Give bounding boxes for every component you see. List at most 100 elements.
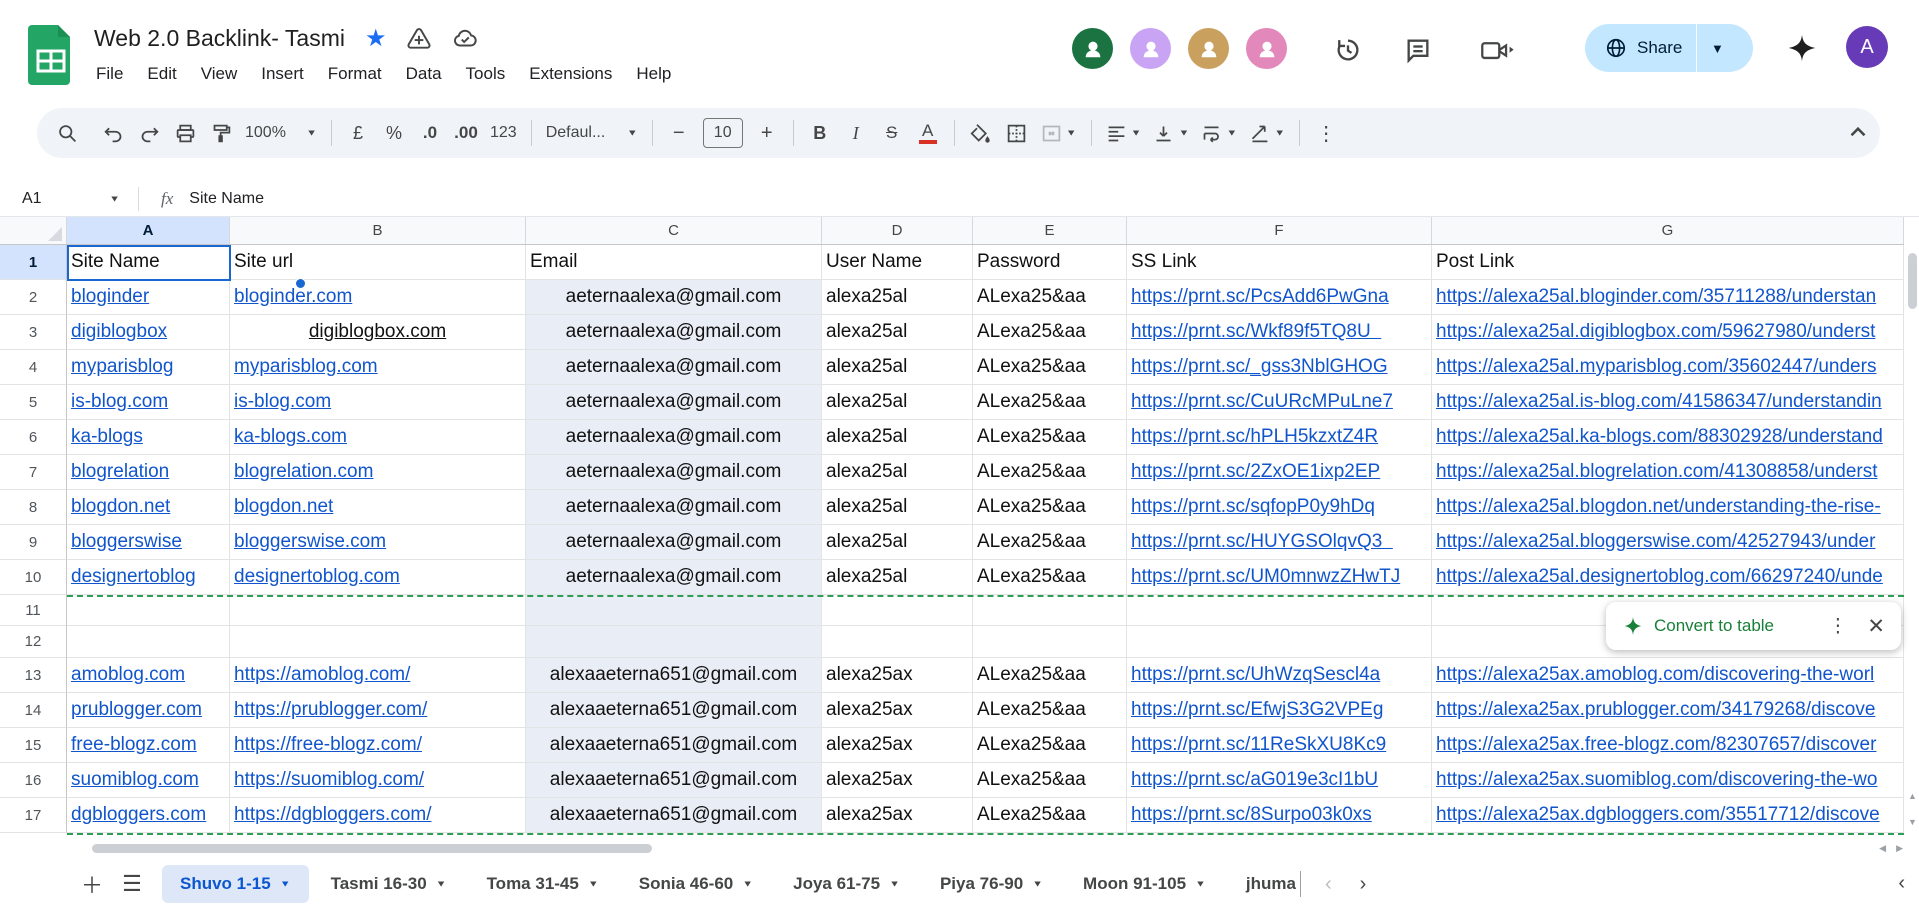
cell-G2[interactable]: https://alexa25al.bloginder.com/35711288…: [1432, 280, 1904, 315]
menu-data[interactable]: Data: [394, 60, 454, 88]
cell-link[interactable]: is-blog.com: [234, 391, 331, 413]
cell-B11[interactable]: [230, 595, 526, 626]
cell-D2[interactable]: alexa25al: [822, 280, 973, 315]
cell-link[interactable]: https://alexa25al.designertoblog.com/662…: [1436, 566, 1883, 588]
cell-F11[interactable]: [1127, 595, 1432, 626]
cell-C15[interactable]: alexaaeterna651@gmail.com: [526, 728, 822, 763]
cell-G8[interactable]: https://alexa25al.blogdon.net/understand…: [1432, 490, 1904, 525]
cell-E5[interactable]: ALexa25&aa: [973, 385, 1127, 420]
cell-D8[interactable]: alexa25al: [822, 490, 973, 525]
increase-decimal-button[interactable]: .00: [448, 115, 484, 151]
search-button[interactable]: [49, 115, 85, 151]
cell-E14[interactable]: ALexa25&aa: [973, 693, 1127, 728]
cloud-saved-icon[interactable]: [452, 26, 478, 52]
cell-link[interactable]: https://prnt.sc/UM0mnwzZHwTJ: [1131, 566, 1400, 588]
menu-insert[interactable]: Insert: [249, 60, 316, 88]
row-header-8[interactable]: 8: [0, 490, 67, 525]
cell-D17[interactable]: alexa25ax: [822, 798, 973, 833]
cell-F8[interactable]: https://prnt.sc/sqfopP0y9hDq: [1127, 490, 1432, 525]
more-toolbar-button[interactable]: ⋮: [1308, 115, 1344, 151]
cell-A15[interactable]: free-blogz.com: [67, 728, 230, 763]
vertical-scrollbar-thumb[interactable]: [1908, 253, 1917, 309]
sheet-tab-toma-31-45[interactable]: Toma 31-45▼: [469, 865, 617, 903]
cell-C11[interactable]: [526, 595, 822, 626]
cell-link[interactable]: blogrelation.com: [234, 461, 373, 483]
cell-B1[interactable]: Site url: [230, 245, 526, 280]
sheet-tab-sonia-46-60[interactable]: Sonia 46-60▼: [621, 865, 771, 903]
format-percent-button[interactable]: %: [376, 115, 412, 151]
cell-C13[interactable]: alexaaeterna651@gmail.com: [526, 658, 822, 693]
row-header-2[interactable]: 2: [0, 280, 67, 315]
cell-G1[interactable]: Post Link: [1432, 245, 1904, 280]
sheet-tab-jhuma[interactable]: jhuma: [1228, 865, 1298, 903]
cell-link[interactable]: https://prnt.sc/11ReSkXU8Kc9: [1131, 734, 1386, 756]
menu-extensions[interactable]: Extensions: [517, 60, 624, 88]
sheets-logo[interactable]: [28, 25, 74, 85]
cell-B2[interactable]: bloginder.com: [230, 280, 526, 315]
cell-C10[interactable]: aeternaalexa@gmail.com: [526, 560, 822, 595]
cell-F3[interactable]: https://prnt.sc/Wkf89f5TQ8U: [1127, 315, 1432, 350]
cell-A7[interactable]: blogrelation: [67, 455, 230, 490]
cell-link[interactable]: is-blog.com: [71, 391, 168, 413]
cell-B17[interactable]: https://dgbloggers.com/: [230, 798, 526, 833]
cell-F15[interactable]: https://prnt.sc/11ReSkXU8Kc9: [1127, 728, 1432, 763]
cell-B12[interactable]: [230, 626, 526, 658]
undo-button[interactable]: [95, 115, 131, 151]
cell-link[interactable]: https://prnt.sc/PcsAdd6PwGna: [1131, 286, 1389, 308]
cell-link[interactable]: myparisblog: [71, 356, 173, 378]
horizontal-scrollbar[interactable]: ◀▶: [0, 841, 1919, 856]
cell-link[interactable]: https://suomiblog.com/: [234, 769, 424, 791]
convert-to-table-button[interactable]: Convert to table: [1654, 616, 1810, 636]
column-header-F[interactable]: F: [1127, 217, 1432, 244]
menu-format[interactable]: Format: [316, 60, 394, 88]
cell-link[interactable]: https://prnt.sc/_gss3NblGHOG: [1131, 356, 1388, 378]
video-call-icon[interactable]: [1480, 36, 1514, 64]
cell-F10[interactable]: https://prnt.sc/UM0mnwzZHwTJ: [1127, 560, 1432, 595]
row-header-9[interactable]: 9: [0, 525, 67, 560]
hide-menus-chevron[interactable]: [1845, 119, 1871, 145]
cell-F17[interactable]: https://prnt.sc/8Surpo03k0xs: [1127, 798, 1432, 833]
cell-link[interactable]: https://prnt.sc/2ZxOE1ixp2EP: [1131, 461, 1380, 483]
cell-B4[interactable]: myparisblog.com: [230, 350, 526, 385]
cell-G6[interactable]: https://alexa25al.ka-blogs.com/88302928/…: [1432, 420, 1904, 455]
cell-A10[interactable]: designertoblog: [67, 560, 230, 595]
cell-A3[interactable]: digiblogbox: [67, 315, 230, 350]
row-header-5[interactable]: 5: [0, 385, 67, 420]
share-dropdown[interactable]: ▼: [1697, 41, 1737, 56]
cell-link[interactable]: prublogger.com: [71, 699, 202, 721]
popup-close-icon[interactable]: ✕: [1865, 614, 1887, 639]
horizontal-scroll-arrows[interactable]: ◀▶: [1879, 843, 1913, 854]
format-currency-button[interactable]: £: [340, 115, 376, 151]
cell-A9[interactable]: bloggerswise: [67, 525, 230, 560]
horizontal-align-button[interactable]: ▼: [1100, 115, 1148, 151]
print-button[interactable]: [167, 115, 203, 151]
cell-link[interactable]: https://alexa25ax.amoblog.com/discoverin…: [1436, 664, 1874, 686]
vertical-scroll-arrows[interactable]: ▲▼: [1906, 790, 1919, 829]
cell-link[interactable]: bloggerswise.com: [234, 531, 386, 553]
cell-G5[interactable]: https://alexa25al.is-blog.com/41586347/u…: [1432, 385, 1904, 420]
menu-edit[interactable]: Edit: [135, 60, 188, 88]
column-header-D[interactable]: D: [822, 217, 973, 244]
cell-E11[interactable]: [973, 595, 1127, 626]
cell-G13[interactable]: https://alexa25ax.amoblog.com/discoverin…: [1432, 658, 1904, 693]
cell-B9[interactable]: bloggerswise.com: [230, 525, 526, 560]
cell-B14[interactable]: https://prublogger.com/: [230, 693, 526, 728]
cell-D5[interactable]: alexa25al: [822, 385, 973, 420]
cell-F1[interactable]: SS Link: [1127, 245, 1432, 280]
row-header-17[interactable]: 17: [0, 798, 67, 833]
cell-F7[interactable]: https://prnt.sc/2ZxOE1ixp2EP: [1127, 455, 1432, 490]
cell-link[interactable]: https://alexa25al.bloginder.com/35711288…: [1436, 286, 1876, 308]
redo-button[interactable]: [131, 115, 167, 151]
font-select[interactable]: Defaul...▼: [540, 115, 644, 151]
cell-link[interactable]: https://alexa25ax.prublogger.com/3417926…: [1436, 699, 1875, 721]
column-header-G[interactable]: G: [1432, 217, 1904, 244]
cell-E9[interactable]: ALexa25&aa: [973, 525, 1127, 560]
cell-A4[interactable]: myparisblog: [67, 350, 230, 385]
cell-B3[interactable]: digiblogbox.com: [230, 315, 526, 350]
cell-link[interactable]: https://prublogger.com/: [234, 699, 427, 721]
cell-D16[interactable]: alexa25ax: [822, 763, 973, 798]
cell-E4[interactable]: ALexa25&aa: [973, 350, 1127, 385]
cell-C16[interactable]: alexaaeterna651@gmail.com: [526, 763, 822, 798]
strikethrough-button[interactable]: S: [874, 115, 910, 151]
cell-E10[interactable]: ALexa25&aa: [973, 560, 1127, 595]
